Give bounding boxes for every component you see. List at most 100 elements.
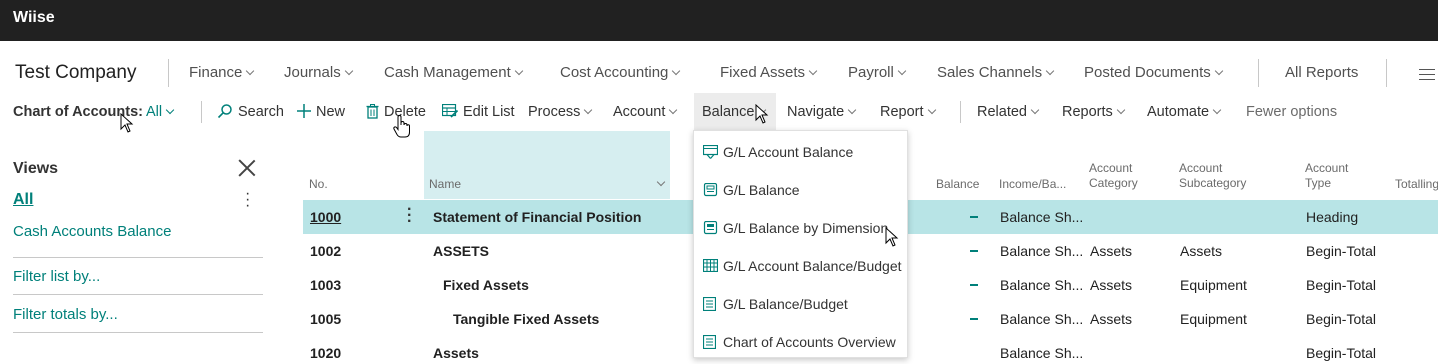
row-actions-icon[interactable]: · · · (407, 202, 412, 230)
chevron-down-icon (1116, 105, 1126, 115)
menu-item-gl-balance[interactable]: G/L Balance (703, 170, 903, 208)
hamburger-menu-icon[interactable] (1419, 69, 1435, 80)
nav-divider (1258, 59, 1259, 87)
account-type: Begin-Total (1306, 311, 1377, 327)
arrow-cursor-icon (885, 227, 899, 247)
chevron-down-icon (584, 105, 593, 115)
chevron-down-icon (672, 66, 681, 76)
nav-item-payroll[interactable]: Payroll (848, 64, 907, 81)
menu-item-gl-balance-by-dimension[interactable]: G/L Balance by Dimension (703, 208, 903, 246)
new-button[interactable]: New (297, 104, 345, 120)
column-header-account-type[interactable]: Account Type (1305, 161, 1348, 191)
nav-item-cost-accounting[interactable]: Cost Accounting (560, 64, 681, 81)
account-no[interactable]: 1003 (310, 277, 341, 293)
views-pane: Views All · · · Cash Accounts Balance Filt… (0, 131, 280, 364)
company-name[interactable]: Test Company (15, 62, 136, 84)
balance-dropdown-menu: G/L Account Balance G/L Balance G/L Bala… (693, 130, 908, 358)
column-header-name[interactable]: Name (429, 177, 461, 192)
menu-item-chart-of-accounts-overview[interactable]: Chart of Accounts Overview (703, 322, 903, 360)
account-name: Fixed Assets (443, 277, 529, 293)
action-divider (201, 101, 202, 123)
navigate-menu[interactable]: Navigate (787, 104, 857, 120)
filter-list-link[interactable]: Filter list by... (13, 268, 100, 285)
chevron-down-icon (246, 66, 255, 76)
chevron-down-icon (1045, 66, 1055, 76)
view-cash-accounts-balance[interactable]: Cash Accounts Balance (13, 223, 171, 240)
reports-menu[interactable]: Reports (1062, 104, 1126, 120)
chevron-down-icon (165, 105, 175, 115)
income-balance: Balance Sh... (1000, 243, 1084, 259)
column-header-no[interactable]: No. (309, 177, 328, 192)
column-header-balance[interactable]: Balance (936, 177, 979, 192)
income-balance: Balance Sh... (1000, 311, 1084, 327)
report-icon (703, 335, 716, 349)
all-reports-link[interactable]: All Reports (1285, 64, 1358, 81)
fewer-options-button[interactable]: Fewer options (1246, 104, 1337, 120)
account-no[interactable]: 1020 (310, 345, 341, 361)
report-icon (703, 297, 716, 311)
related-menu[interactable]: Related (977, 104, 1040, 120)
chevron-down-icon (847, 105, 857, 115)
account-no[interactable]: 1000 (310, 209, 341, 225)
role-center-nav: Test Company Finance Journals Cash Manag… (0, 41, 1438, 93)
nav-item-journals[interactable]: Journals (284, 64, 353, 81)
menu-item-gl-account-balance-budget[interactable]: G/L Account Balance/Budget (703, 246, 903, 284)
account-name: ASSETS (433, 243, 490, 259)
balance-drilldown[interactable] (970, 216, 978, 218)
views-divider (13, 257, 263, 258)
income-balance: Balance Sh... (1000, 209, 1084, 225)
income-balance: Balance Sh... (1000, 277, 1084, 293)
income-balance: Balance Sh... (1000, 345, 1084, 361)
account-category: Assets (1090, 311, 1133, 327)
nav-item-sales-channels[interactable]: Sales Channels (937, 64, 1055, 81)
app-brand[interactable]: Wiise (13, 9, 55, 27)
views-divider (13, 332, 263, 333)
nav-item-finance[interactable]: Finance (189, 64, 255, 81)
column-header-account-category[interactable]: Account Category (1089, 161, 1138, 191)
nav-item-posted-documents[interactable]: Posted Documents (1084, 64, 1223, 81)
automate-menu[interactable]: Automate (1147, 104, 1222, 120)
balance-drilldown[interactable] (970, 284, 978, 286)
nav-item-cash-management[interactable]: Cash Management (384, 64, 523, 81)
action-bar: Chart of Accounts: All Search New Delete… (0, 93, 1438, 131)
account-menu[interactable]: Account (613, 104, 678, 120)
account-type: Begin-Total (1306, 277, 1377, 293)
report-menu[interactable]: Report (880, 104, 936, 120)
column-header-totalling[interactable]: Totalling (1395, 177, 1438, 192)
dimension-icon (703, 221, 718, 235)
close-icon[interactable] (238, 159, 256, 177)
chevron-down-icon (927, 105, 936, 115)
nav-divider (1386, 59, 1387, 87)
gl-balance-icon (703, 183, 718, 197)
nav-item-fixed-assets[interactable]: Fixed Assets (720, 64, 818, 81)
view-filter-dropdown[interactable]: All (146, 104, 175, 120)
view-all[interactable]: All (13, 191, 33, 209)
views-title: Views (13, 160, 59, 177)
account-category: Assets (1090, 277, 1133, 293)
gl-balance-icon (703, 145, 718, 159)
process-menu[interactable]: Process (528, 104, 593, 120)
balance-drilldown[interactable] (970, 318, 978, 320)
account-subcategory: Assets (1180, 243, 1223, 259)
view-options-icon[interactable]: · · · (245, 186, 250, 214)
menu-item-gl-balance-budget[interactable]: G/L Balance/Budget (703, 284, 903, 322)
account-no[interactable]: 1005 (310, 311, 341, 327)
balance-drilldown[interactable] (970, 250, 978, 252)
account-type: Begin-Total (1306, 345, 1377, 361)
account-name: Assets (433, 345, 479, 361)
menu-item-gl-account-balance[interactable]: G/L Account Balance (703, 132, 903, 170)
chevron-down-icon (669, 105, 678, 115)
chevron-down-icon (897, 66, 907, 76)
chevron-down-icon (514, 66, 523, 76)
chevron-down-icon (1212, 105, 1222, 115)
account-subcategory: Equipment (1180, 311, 1247, 327)
column-header-income-balance[interactable]: Income/Ba... (999, 177, 1066, 192)
filter-totals-link[interactable]: Filter totals by... (13, 306, 118, 323)
trash-icon (366, 103, 379, 119)
nav-divider (168, 59, 169, 87)
column-header-account-subcategory[interactable]: Account Subcategory (1179, 161, 1246, 191)
search-button[interactable]: Search (217, 104, 284, 120)
edit-list-button[interactable]: Edit List (442, 104, 515, 120)
account-no[interactable]: 1002 (310, 243, 341, 259)
account-subcategory: Equipment (1180, 277, 1247, 293)
